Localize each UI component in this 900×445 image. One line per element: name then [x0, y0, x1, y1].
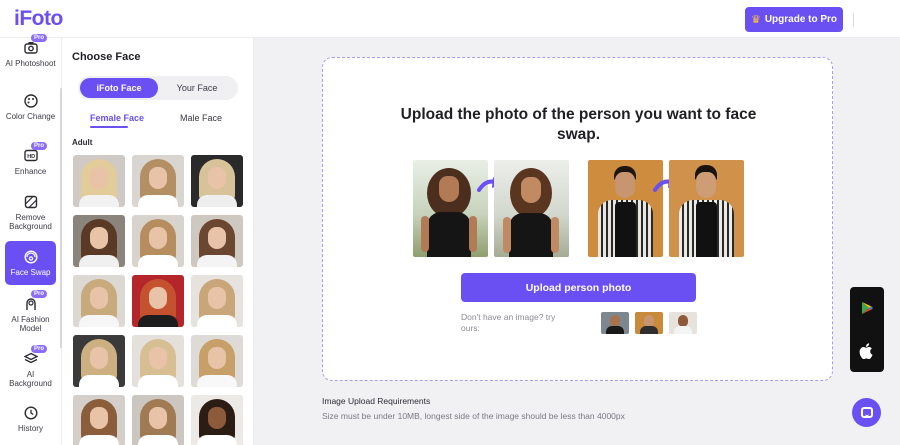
face-thumbnail[interactable]: [73, 335, 125, 387]
tab-your-face[interactable]: Your Face: [158, 78, 236, 98]
chat-support-button[interactable]: [852, 398, 881, 427]
requirements-text: Size must be under 10MB, longest side of…: [322, 411, 625, 421]
tool-sidebar: Pro AI Photoshoot Color Change HD Pro En…: [0, 34, 62, 445]
panel-title: Choose Face: [72, 51, 141, 63]
sample-photo[interactable]: [601, 312, 629, 334]
sidebar-item-label: Face Swap: [10, 268, 51, 277]
upgrade-label: Upgrade to Pro: [764, 14, 838, 25]
pro-badge: Pro: [31, 345, 48, 353]
face-thumbnail[interactable]: [73, 395, 125, 445]
remove-bg-icon: [23, 194, 38, 209]
face-source-toggle: iFoto Face Your Face: [78, 76, 238, 100]
sidebar-item-color-change[interactable]: Color Change: [5, 93, 56, 133]
example-source-photo: [413, 160, 488, 257]
header-divider: [853, 13, 854, 27]
sidebar-item-label: Enhance: [14, 167, 47, 176]
face-thumbnail[interactable]: [132, 335, 184, 387]
face-thumbnail[interactable]: [191, 395, 243, 445]
example-result-photo: [494, 160, 569, 257]
crown-icon: ♛: [750, 14, 761, 26]
sample-photo[interactable]: [669, 312, 697, 334]
face-thumbnail[interactable]: [73, 215, 125, 267]
sidebar-item-label: AI Background: [9, 370, 52, 389]
face-thumbnail[interactable]: [132, 155, 184, 207]
choose-face-panel: Choose Face iFoto Face Your Face Female …: [62, 38, 254, 445]
face-thumbnail[interactable]: [191, 215, 243, 267]
active-tab-indicator: [90, 126, 128, 128]
sidebar-item-enhance[interactable]: HD Pro Enhance: [5, 142, 56, 178]
sidebar-item-label: AI Photoshoot: [5, 59, 56, 68]
upload-title: Upload the photo of the person you want …: [400, 106, 757, 144]
upload-person-photo-button[interactable]: Upload person photo: [461, 273, 696, 302]
face-thumbnail[interactable]: [73, 275, 125, 327]
pro-badge: Pro: [31, 142, 48, 150]
palette-icon: [23, 93, 38, 108]
sidebar-item-ai-fashion-model[interactable]: Pro AI Fashion Model: [5, 290, 56, 336]
clock-icon: [23, 405, 38, 420]
face-thumbnail[interactable]: [132, 215, 184, 267]
pro-badge: Pro: [31, 290, 48, 298]
sidebar-item-history[interactable]: History: [5, 405, 56, 435]
camera-icon: Pro: [23, 34, 48, 55]
pro-badge: Pro: [31, 34, 48, 42]
apple-icon[interactable]: [859, 343, 875, 360]
face-thumbnail[interactable]: [132, 275, 184, 327]
hd-icon: HD Pro: [23, 142, 48, 163]
sidebar-item-label: Color Change: [5, 112, 56, 121]
tab-ifoto-face[interactable]: iFoto Face: [80, 78, 158, 98]
sidebar-item-label: AI Fashion Model: [11, 315, 50, 334]
svg-text:HD: HD: [27, 154, 35, 160]
face-thumbnail[interactable]: [132, 395, 184, 445]
face-swap-icon: [23, 249, 38, 264]
tab-female-face[interactable]: Female Face: [90, 113, 144, 123]
sample-photo[interactable]: [635, 312, 663, 334]
sidebar-item-face-swap[interactable]: Face Swap: [5, 241, 56, 285]
example-result-photo: [669, 160, 744, 257]
ifoto-logo[interactable]: iFoto: [14, 7, 63, 31]
chat-icon: [860, 407, 873, 418]
section-label: Adult: [72, 138, 93, 147]
sidebar-item-ai-photoshoot[interactable]: Pro AI Photoshoot: [5, 34, 56, 76]
upgrade-to-pro-button[interactable]: ♛ Upgrade to Pro: [745, 7, 843, 32]
tab-male-face[interactable]: Male Face: [180, 113, 222, 123]
sidebar-item-ai-background[interactable]: Pro AI Background: [5, 345, 56, 391]
sidebar-item-remove-background[interactable]: Remove Background: [5, 194, 56, 234]
face-thumbnail[interactable]: [191, 275, 243, 327]
app-store-widget: [850, 287, 884, 372]
sidebar-item-label: History: [18, 424, 43, 433]
face-thumbnail[interactable]: [191, 335, 243, 387]
layers-icon: Pro: [23, 345, 48, 366]
top-header: iFoto ♛ Upgrade to Pro: [0, 0, 900, 38]
requirements-title: Image Upload Requirements: [322, 396, 431, 406]
google-play-icon[interactable]: [860, 301, 874, 315]
upload-dropzone[interactable]: Upload the photo of the person you want …: [322, 57, 833, 381]
sidebar-item-label: Remove Background: [9, 213, 52, 232]
face-thumbnail[interactable]: [73, 155, 125, 207]
example-source-photo: [588, 160, 663, 257]
sample-hint-text: Don't have an image? try ours:: [461, 312, 556, 334]
fashion-model-icon: Pro: [23, 290, 48, 311]
face-thumbnail[interactable]: [191, 155, 243, 207]
